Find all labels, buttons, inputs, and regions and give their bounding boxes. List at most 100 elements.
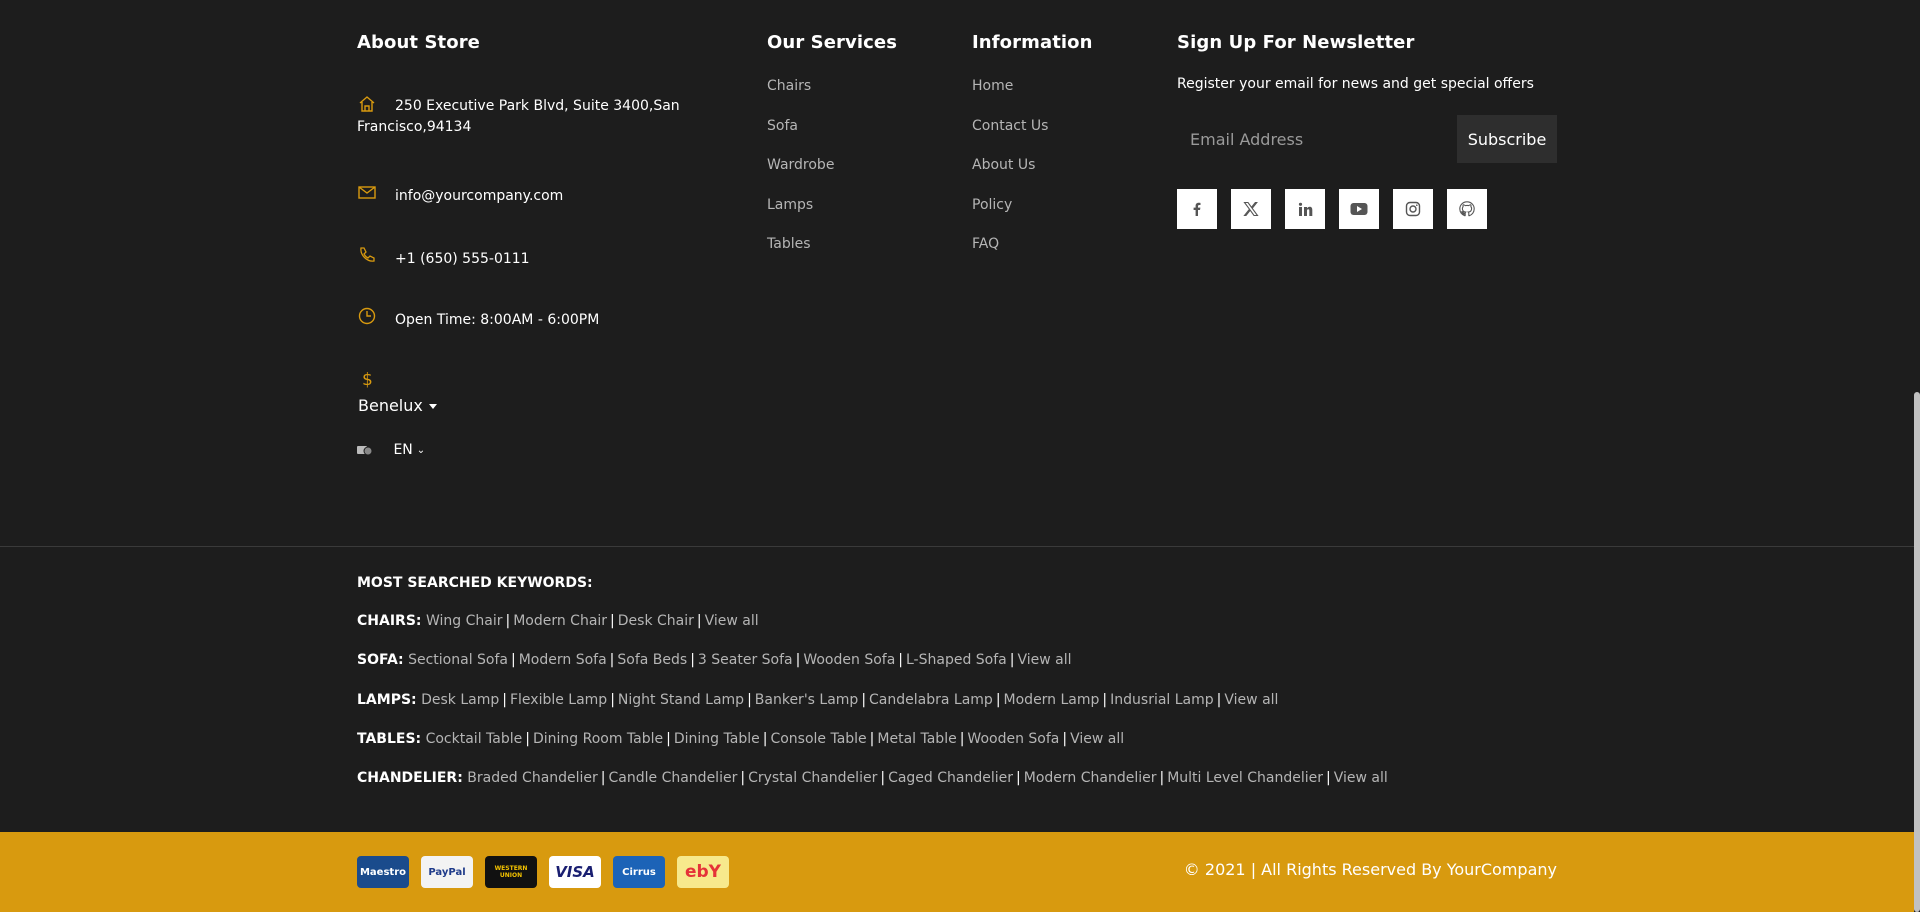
keyword-category-label: CHAIRS: (357, 613, 422, 629)
phone-text[interactable]: +1 (650) 555-0111 (357, 249, 717, 270)
linkedin-button[interactable] (1285, 189, 1325, 229)
keyword-link[interactable]: Caged Chandelier (888, 770, 1013, 786)
instagram-icon (1405, 201, 1421, 217)
keyword-link[interactable]: Modern Chair (513, 613, 607, 629)
keyword-link[interactable]: View all (1017, 652, 1071, 668)
keyword-link[interactable]: Banker's Lamp (755, 692, 859, 708)
currency-dropdown[interactable]: Benelux (358, 396, 437, 415)
keyword-row: TABLES: Cocktail Table | Dining Room Table… (357, 726, 1557, 765)
address-item: 250 Executive Park Blvd, Suite 3400,San … (357, 96, 717, 138)
ebay-icon: ebY (677, 856, 729, 888)
keyword-link[interactable]: Sectional Sofa (408, 652, 508, 668)
keyword-link[interactable]: Dining Room Table (533, 731, 663, 747)
subscribe-button[interactable]: Subscribe (1457, 115, 1557, 163)
information-list: Home Contact Us About Us Policy FAQ (972, 76, 1048, 274)
keyword-link[interactable]: Night Stand Lamp (618, 692, 744, 708)
mail-icon (358, 186, 376, 199)
keyword-link[interactable]: Multi Level Chandelier (1167, 770, 1323, 786)
copyright-text: © 2021 | All Rights Reserved By YourComp… (1183, 860, 1557, 879)
keyword-link[interactable]: Metal Table (877, 731, 956, 747)
service-link-tables[interactable]: Tables (767, 236, 811, 252)
services-column: Our Services Chairs Sofa Wardrobe Lamps … (767, 32, 947, 252)
x-twitter-button[interactable] (1231, 189, 1271, 229)
keyword-link[interactable]: Desk Chair (618, 613, 694, 629)
paypal-icon: PayPal (421, 856, 473, 888)
dollar-icon: $ (362, 370, 373, 390)
payment-methods: Maestro PayPal WESTERN UNION VISA Cirrus ebY (357, 856, 729, 888)
keyword-link[interactable]: Console Table (770, 731, 866, 747)
keyword-link[interactable]: Flexible Lamp (510, 692, 607, 708)
hours-text: Open Time: 8:00AM - 6:00PM (395, 312, 600, 328)
keyword-separator: | (1016, 770, 1021, 787)
email-text[interactable]: info@yourcompany.com (357, 186, 717, 207)
youtube-icon (1350, 203, 1368, 215)
keyword-link[interactable]: Wing Chair (426, 613, 503, 629)
instagram-button[interactable] (1393, 189, 1433, 229)
facebook-button[interactable] (1177, 189, 1217, 229)
service-link-lamps[interactable]: Lamps (767, 197, 813, 213)
keyword-link[interactable]: View all (705, 613, 759, 629)
footer-top: About Store 250 Executive Park Blvd, Sui… (357, 0, 1557, 546)
keyword-category-label: SOFA: (357, 652, 404, 669)
keyword-link[interactable]: Modern Lamp (1004, 692, 1100, 708)
keyword-link[interactable]: Desk Lamp (421, 692, 499, 708)
keyword-link[interactable]: Wooden Sofa (803, 652, 895, 668)
keyword-separator: | (747, 691, 752, 708)
email-input[interactable] (1177, 115, 1457, 163)
keyword-link[interactable]: Wooden Sofa (967, 731, 1059, 747)
keyword-separator: | (511, 652, 516, 669)
youtube-button[interactable] (1339, 189, 1379, 229)
keyword-link[interactable]: Dining Table (674, 731, 760, 747)
keyword-row: LAMPS: Desk Lamp | Flexible Lamp | Night Sta… (357, 687, 1557, 726)
info-link-policy[interactable]: Policy (972, 197, 1012, 213)
keyword-link[interactable]: Braded Chandelier (467, 770, 598, 786)
newsletter-form: Subscribe (1177, 115, 1557, 163)
service-link-sofa[interactable]: Sofa (767, 118, 798, 134)
keyword-link[interactable]: Cocktail Table (426, 731, 523, 747)
keyword-link[interactable]: Crystal Chandelier (748, 770, 877, 786)
keyword-separator: | (869, 730, 875, 747)
keyword-separator: | (696, 613, 702, 629)
home-icon (359, 96, 375, 112)
most-searched-keywords: MOST SEARCHED KEYWORDS: CHAIRS: Wing Cha… (357, 570, 1557, 804)
page-scrollbar[interactable] (1914, 0, 1920, 912)
address-text: 250 Executive Park Blvd, Suite 3400,San … (357, 98, 680, 135)
keyword-separator: | (795, 652, 801, 669)
list-item: Home (972, 76, 1048, 116)
list-item: FAQ (972, 234, 1048, 274)
list-item: Policy (972, 195, 1048, 235)
keyword-separator: | (1102, 691, 1108, 708)
keyword-separator: | (610, 613, 615, 629)
scrollbar-thumb[interactable] (1914, 392, 1920, 912)
keyword-link[interactable]: L-Shaped Sofa (906, 652, 1007, 668)
payment-label: ebY (684, 862, 721, 882)
keyword-link[interactable]: View all (1334, 770, 1388, 786)
keyword-separator: | (600, 770, 606, 787)
keyword-link[interactable]: View all (1070, 731, 1124, 747)
keywords-title: MOST SEARCHED KEYWORDS: (357, 575, 593, 591)
service-link-wardrobe[interactable]: Wardrobe (767, 157, 834, 173)
github-button[interactable] (1447, 189, 1487, 229)
keyword-link[interactable]: Indusrial Lamp (1110, 692, 1214, 708)
linkedin-icon (1298, 202, 1312, 216)
info-link-home[interactable]: Home (972, 78, 1013, 94)
keyword-link[interactable]: Candle Chandelier (609, 770, 738, 786)
list-item: Tables (767, 234, 834, 274)
keyword-link[interactable]: Modern Chandelier (1024, 770, 1157, 786)
info-link-faq[interactable]: FAQ (972, 236, 999, 252)
keyword-link[interactable]: 3 Seater Sofa (698, 652, 793, 668)
newsletter-description: Register your email for news and get spe… (1177, 76, 1534, 92)
x-twitter-icon (1243, 201, 1259, 217)
list-item: Chairs (767, 76, 834, 116)
service-link-chairs[interactable]: Chairs (767, 78, 811, 94)
keyword-link[interactable]: View all (1224, 692, 1278, 708)
info-link-contact[interactable]: Contact Us (972, 118, 1048, 134)
keyword-link[interactable]: Candelabra Lamp (869, 692, 993, 708)
keyword-link[interactable]: Modern Sofa (519, 652, 607, 668)
information-column: Information Home Contact Us About Us Pol… (972, 32, 1152, 252)
info-link-about[interactable]: About Us (972, 157, 1035, 173)
keyword-link[interactable]: Sofa Beds (617, 652, 687, 668)
language-dropdown[interactable]: EN ⌄ (357, 442, 425, 458)
clock-icon (358, 307, 376, 325)
list-item: Contact Us (972, 116, 1048, 156)
